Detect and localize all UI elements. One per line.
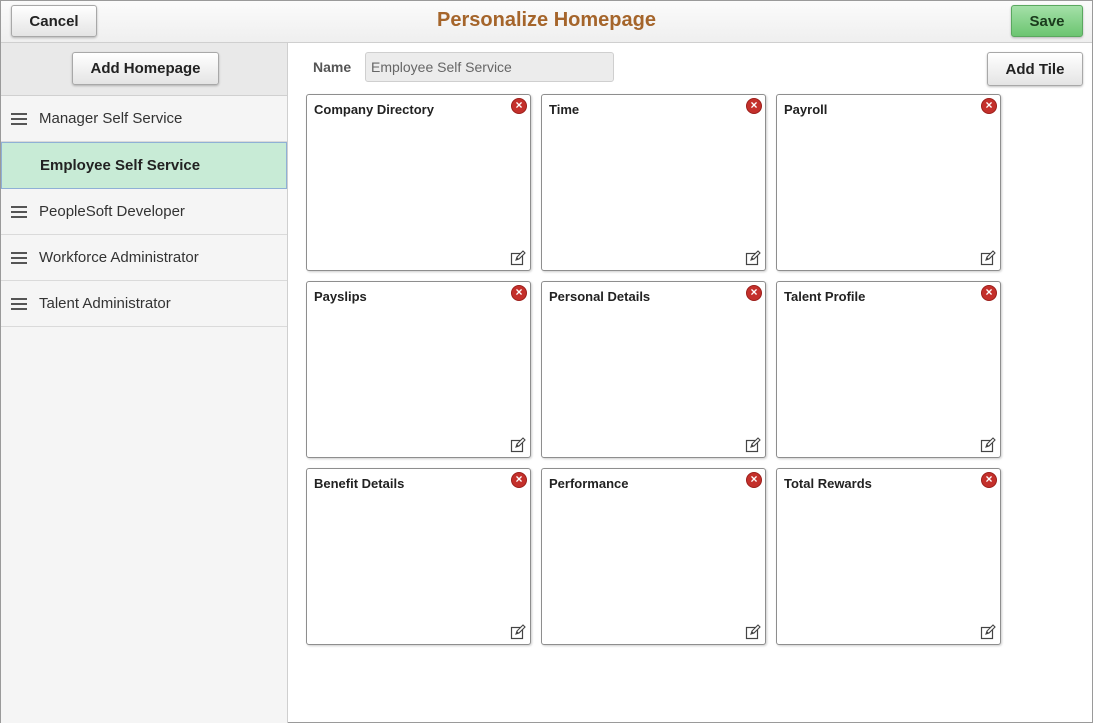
homepage-sidebar: Add Homepage Manager Self Service Employ… (1, 43, 288, 723)
edit-icon[interactable] (980, 624, 996, 640)
add-tile-button[interactable]: Add Tile (987, 52, 1083, 86)
tile-payslips[interactable]: Payslips × (306, 281, 531, 458)
sidebar-item-label: Workforce Administrator (39, 249, 199, 266)
tile-benefit-details[interactable]: Benefit Details × (306, 468, 531, 645)
tile-title: Payroll (784, 102, 828, 117)
homepage-name-field[interactable] (365, 52, 614, 82)
edit-icon[interactable] (980, 250, 996, 266)
close-circle-icon[interactable]: × (746, 285, 762, 301)
tile-title: Talent Profile (784, 289, 866, 304)
close-circle-icon[interactable]: × (511, 285, 527, 301)
add-homepage-button[interactable]: Add Homepage (72, 52, 219, 85)
edit-icon[interactable] (510, 437, 526, 453)
edit-icon[interactable] (745, 250, 761, 266)
sidebar-item-label: PeopleSoft Developer (39, 203, 185, 220)
tile-title: Total Rewards (784, 476, 872, 491)
sidebar-item-talent-administrator[interactable]: Talent Administrator (1, 281, 287, 327)
tile-performance[interactable]: Performance × (541, 468, 766, 645)
tile-title: Company Directory (314, 102, 434, 117)
close-circle-icon[interactable]: × (511, 472, 527, 488)
sidebar-item-label: Manager Self Service (39, 110, 183, 127)
close-circle-icon[interactable]: × (981, 472, 997, 488)
tile-time[interactable]: Time × (541, 94, 766, 271)
tile-title: Payslips (314, 289, 367, 304)
edit-icon[interactable] (510, 624, 526, 640)
tile-title: Benefit Details (314, 476, 405, 491)
tile-company-directory[interactable]: Company Directory × (306, 94, 531, 271)
drag-handle-icon[interactable] (11, 112, 27, 125)
name-label: Name (313, 59, 352, 75)
header-bar: Cancel Personalize Homepage Save (1, 1, 1092, 43)
sidebar-item-label: Employee Self Service (40, 157, 201, 174)
tile-title: Time (549, 102, 580, 117)
sidebar-item-workforce-administrator[interactable]: Workforce Administrator (1, 235, 287, 281)
sidebar-item-peoplesoft-developer[interactable]: PeopleSoft Developer (1, 189, 287, 235)
tile-title: Personal Details (549, 289, 651, 304)
tile-total-rewards[interactable]: Total Rewards × (776, 468, 1001, 645)
save-button[interactable]: Save (1011, 5, 1083, 37)
sidebar-item-employee-self-service[interactable]: Employee Self Service (1, 142, 287, 189)
close-circle-icon[interactable]: × (981, 285, 997, 301)
close-circle-icon[interactable]: × (511, 98, 527, 114)
tile-talent-profile[interactable]: Talent Profile × (776, 281, 1001, 458)
tile-title: Performance (549, 476, 629, 491)
tile-personal-details[interactable]: Personal Details × (541, 281, 766, 458)
close-circle-icon[interactable]: × (981, 98, 997, 114)
edit-icon[interactable] (980, 437, 996, 453)
drag-handle-icon[interactable] (11, 205, 27, 218)
app-frame: Cancel Personalize Homepage Save Add Hom… (0, 0, 1093, 723)
page-title: Personalize Homepage (437, 9, 656, 31)
tile-payroll[interactable]: Payroll × (776, 94, 1001, 271)
close-circle-icon[interactable]: × (746, 98, 762, 114)
close-circle-icon[interactable]: × (746, 472, 762, 488)
edit-icon[interactable] (510, 250, 526, 266)
drag-handle-icon[interactable] (11, 251, 27, 264)
drag-handle-icon[interactable] (11, 297, 27, 310)
sidebar-toolbar: Add Homepage (1, 43, 287, 96)
edit-icon[interactable] (745, 437, 761, 453)
sidebar-item-label: Talent Administrator (39, 295, 171, 312)
edit-icon[interactable] (745, 624, 761, 640)
sidebar-item-manager-self-service[interactable]: Manager Self Service (1, 96, 287, 142)
